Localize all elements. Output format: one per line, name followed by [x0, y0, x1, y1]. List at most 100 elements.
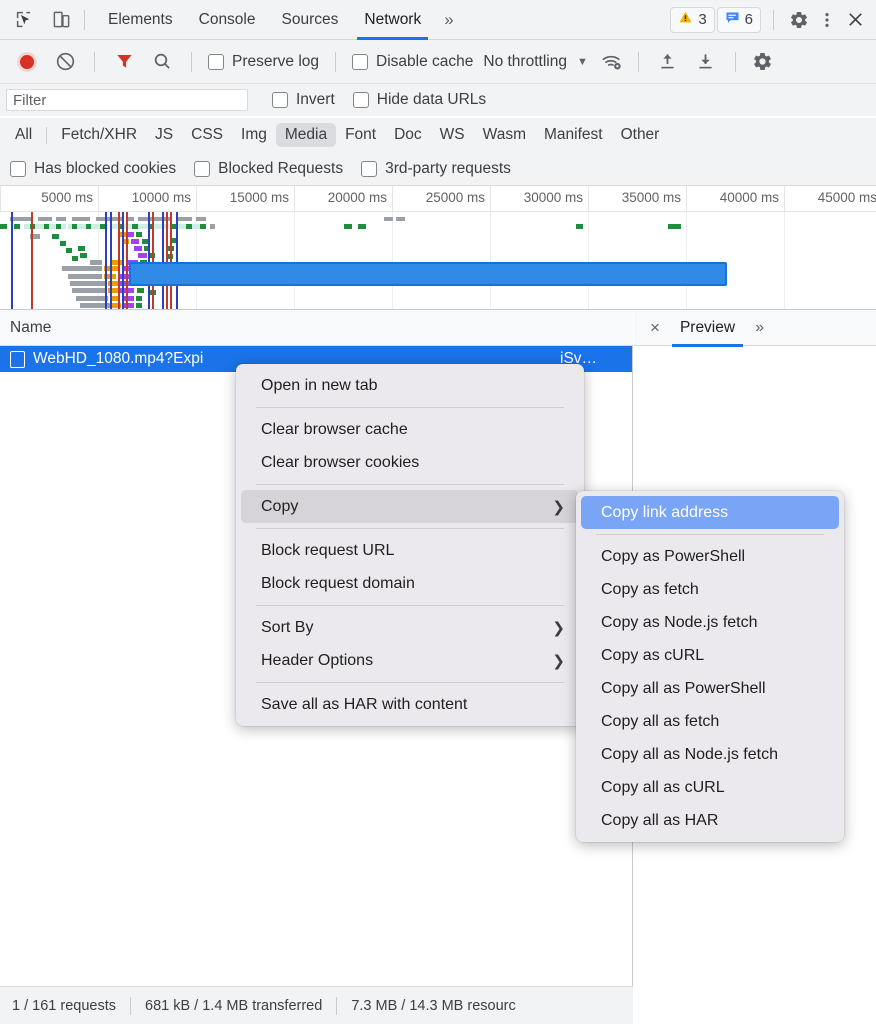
blocked-requests-checkbox[interactable]	[194, 161, 210, 177]
menu-item-copy-link-address[interactable]: Copy link address	[581, 496, 839, 529]
disable-cache-checkbox[interactable]	[352, 54, 368, 70]
tab-sources[interactable]: Sources	[269, 0, 352, 40]
menu-item-copy-all-as-powershell[interactable]: Copy all as PowerShell	[581, 672, 839, 705]
inspect-cursor-icon[interactable]	[10, 7, 36, 33]
filter-row: Invert Hide data URLs	[0, 84, 876, 116]
menu-item-copy-as-curl[interactable]: Copy as cURL	[581, 639, 839, 672]
invert-checkbox[interactable]	[272, 92, 288, 108]
tick-label: 40000 ms	[720, 190, 779, 205]
third-party-requests-checkbox[interactable]	[361, 161, 377, 177]
devtools-tabbar: Elements Console Sources Network » 3 6	[0, 0, 876, 40]
tabbar-right-group: 3 6	[670, 7, 876, 33]
tab-network[interactable]: Network	[351, 0, 434, 40]
menu-item-copy[interactable]: Copy ❯	[241, 490, 579, 523]
detail-tabbar: × Preview »	[634, 310, 876, 346]
has-blocked-cookies-toggle[interactable]: Has blocked cookies	[10, 160, 176, 178]
hide-data-urls-toggle[interactable]: Hide data URLs	[353, 91, 486, 109]
tick-label: 5000 ms	[41, 190, 93, 205]
disable-cache-toggle[interactable]: Disable cache	[352, 53, 473, 71]
tab-console[interactable]: Console	[186, 0, 269, 40]
close-detail-icon[interactable]: ×	[642, 319, 668, 336]
device-toolbar-icon[interactable]	[48, 7, 74, 33]
export-har-icon[interactable]	[693, 49, 719, 75]
menu-item-block-request-domain[interactable]: Block request domain	[241, 567, 579, 600]
type-filter-all[interactable]: All	[6, 123, 41, 147]
menu-item-label: Copy all as HAR	[601, 812, 718, 830]
menu-item-copy-all-as-nodejs-fetch[interactable]: Copy all as Node.js fetch	[581, 738, 839, 771]
invert-toggle[interactable]: Invert	[272, 91, 335, 109]
menu-item-open-in-new-tab[interactable]: Open in new tab	[241, 369, 579, 402]
type-filter-js[interactable]: JS	[146, 123, 182, 147]
record-button-icon[interactable]	[14, 49, 40, 75]
filter-funnel-icon[interactable]	[111, 49, 137, 75]
more-tabs-icon[interactable]: »	[434, 10, 463, 30]
menu-item-header-options[interactable]: Header Options ❯	[241, 644, 579, 677]
timeline-selection-band[interactable]	[129, 262, 727, 286]
type-filter-font[interactable]: Font	[336, 123, 385, 147]
tick-label: 35000 ms	[622, 190, 681, 205]
tab-elements[interactable]: Elements	[95, 0, 186, 40]
type-filter-wasm[interactable]: Wasm	[474, 123, 535, 147]
type-filter-manifest[interactable]: Manifest	[535, 123, 612, 147]
kebab-menu-icon[interactable]	[814, 7, 840, 33]
menu-item-copy-as-powershell[interactable]: Copy as PowerShell	[581, 540, 839, 573]
hide-data-urls-checkbox[interactable]	[353, 92, 369, 108]
menu-item-label: Block request URL	[261, 542, 394, 560]
tab-preview[interactable]: Preview	[668, 310, 747, 346]
blocked-requests-toggle[interactable]: Blocked Requests	[194, 160, 343, 178]
status-divider-1	[130, 997, 131, 1015]
type-filter-ws[interactable]: WS	[431, 123, 474, 147]
menu-item-sort-by[interactable]: Sort By ❯	[241, 611, 579, 644]
menu-item-copy-all-as-har[interactable]: Copy all as HAR	[581, 804, 839, 837]
network-settings-gear-icon[interactable]	[750, 49, 776, 75]
menu-item-copy-all-as-curl[interactable]: Copy all as cURL	[581, 771, 839, 804]
status-divider-2	[336, 997, 337, 1015]
type-filter-media[interactable]: Media	[276, 123, 336, 147]
search-icon[interactable]	[149, 49, 175, 75]
third-party-requests-toggle[interactable]: 3rd-party requests	[361, 160, 511, 178]
filter-input[interactable]	[6, 89, 248, 111]
type-filter-fetch-xhr[interactable]: Fetch/XHR	[52, 123, 146, 147]
wifi-settings-icon[interactable]	[599, 49, 625, 75]
menu-item-clear-browser-cache[interactable]: Clear browser cache	[241, 413, 579, 446]
warnings-badge[interactable]: 3	[670, 7, 714, 33]
tick-label: 15000 ms	[230, 190, 289, 205]
more-detail-tabs-icon[interactable]: »	[747, 319, 772, 337]
gear-icon[interactable]	[786, 7, 812, 33]
type-filter-css[interactable]: CSS	[182, 123, 232, 147]
timeline-ruler: 5000 ms 10000 ms 15000 ms 20000 ms 25000…	[0, 186, 876, 212]
menu-item-label: Copy as Node.js fetch	[601, 614, 758, 632]
menu-item-block-request-url[interactable]: Block request URL	[241, 534, 579, 567]
network-overview-timeline[interactable]: 5000 ms 10000 ms 15000 ms 20000 ms 25000…	[0, 186, 876, 310]
preserve-log-checkbox[interactable]	[208, 54, 224, 70]
chevron-down-icon[interactable]: ▼	[567, 56, 596, 68]
has-blocked-cookies-checkbox[interactable]	[10, 161, 26, 177]
menu-item-label: Copy link address	[601, 504, 728, 522]
blocked-requests-label: Blocked Requests	[218, 160, 343, 178]
menu-item-label: Header Options	[261, 652, 373, 670]
menu-separator	[256, 484, 564, 485]
tick-label: 10000 ms	[132, 190, 191, 205]
menu-item-clear-browser-cookies[interactable]: Clear browser cookies	[241, 446, 579, 479]
menu-item-label: Copy all as Node.js fetch	[601, 746, 778, 764]
menu-item-label: Copy as cURL	[601, 647, 704, 665]
type-filter-divider	[46, 127, 47, 144]
preserve-log-toggle[interactable]: Preserve log	[208, 53, 319, 71]
menu-item-label: Sort By	[261, 619, 313, 637]
menu-item-copy-as-nodejs-fetch[interactable]: Copy as Node.js fetch	[581, 606, 839, 639]
type-filter-img[interactable]: Img	[232, 123, 276, 147]
type-filter-other[interactable]: Other	[612, 123, 669, 147]
messages-badge[interactable]: 6	[717, 7, 761, 33]
menu-item-copy-all-as-fetch[interactable]: Copy all as fetch	[581, 705, 839, 738]
clear-icon[interactable]	[52, 49, 78, 75]
menu-item-save-all-as-har[interactable]: Save all as HAR with content	[241, 688, 579, 721]
column-header-name[interactable]: Name	[0, 310, 633, 346]
menu-item-label: Block request domain	[261, 575, 415, 593]
close-icon[interactable]	[842, 7, 868, 33]
type-filter-doc[interactable]: Doc	[385, 123, 431, 147]
import-har-icon[interactable]	[655, 49, 681, 75]
has-blocked-cookies-label: Has blocked cookies	[34, 160, 176, 178]
throttling-select[interactable]: No throttling	[479, 53, 567, 71]
menu-item-copy-as-fetch[interactable]: Copy as fetch	[581, 573, 839, 606]
chevron-right-icon: ❯	[526, 498, 565, 516]
